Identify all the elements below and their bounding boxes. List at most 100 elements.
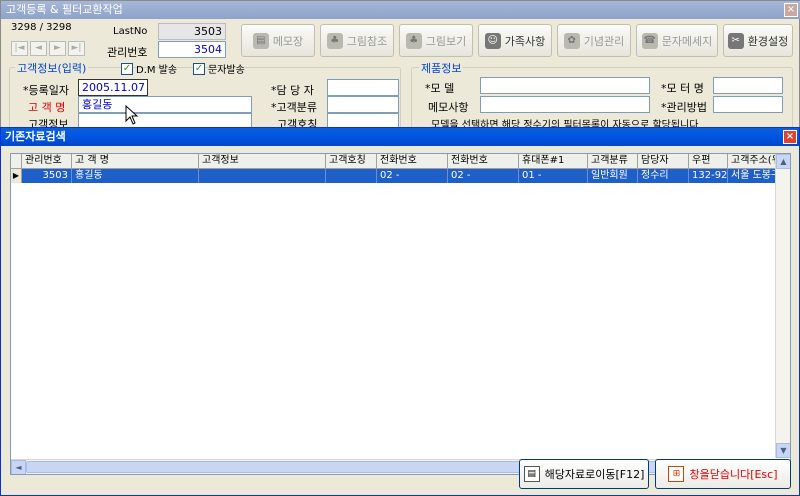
- scroll-up-icon[interactable]: ▲: [776, 154, 790, 169]
- nav-last-button[interactable]: ►|: [68, 41, 85, 56]
- staff-field[interactable]: [327, 79, 399, 96]
- customer-class-field[interactable]: [327, 96, 399, 113]
- nav-first-button[interactable]: |◄: [11, 41, 28, 56]
- mgmt-method-label: *관리방법: [661, 101, 707, 114]
- lastno-field: 3503: [158, 23, 226, 40]
- model-label: *모 델: [425, 82, 455, 95]
- column-header[interactable]: 전화번호: [448, 154, 519, 169]
- row-indicator-icon: ▶: [11, 169, 22, 183]
- staff-label: *담 당 자: [271, 84, 314, 97]
- window-grid-icon: ⊞: [668, 466, 685, 482]
- column-header[interactable]: 고객주소(위: [728, 154, 777, 169]
- check-icon: ✓: [121, 62, 133, 75]
- table-row[interactable]: 3503 홍길동 02 - 02 - 01 - 일반회원 정수리 132-920…: [11, 169, 790, 183]
- mouse-cursor-icon: [125, 105, 139, 125]
- tools-icon: ✂: [727, 32, 744, 49]
- search-results-grid[interactable]: 관리번호 고 객 명 고객정보 고객호칭 전화번호 전화번호 휴대폰#1 고객분…: [10, 153, 791, 475]
- memo-label: 메모사항: [428, 101, 469, 114]
- column-header[interactable]: 관리번호: [22, 154, 72, 169]
- picture-view-button-label: 그림보기: [425, 34, 467, 48]
- column-header[interactable]: 전화번호: [377, 154, 448, 169]
- mgmt-number-label: 관리번호: [107, 46, 148, 59]
- check-icon: ✓: [193, 62, 205, 75]
- column-header[interactable]: 고객정보: [199, 154, 326, 169]
- family-button[interactable]: ☺ 가족사항: [478, 24, 552, 57]
- motor-field[interactable]: [713, 77, 783, 94]
- record-counter: 3298 / 3298: [11, 22, 72, 33]
- family-button-label: 가족사항: [504, 34, 546, 48]
- anniversary-button[interactable]: ✿ 기념관리: [557, 24, 631, 57]
- nav-prev-button[interactable]: ◄: [30, 41, 47, 56]
- memo-button[interactable]: ▤ 메모장: [241, 24, 315, 57]
- model-field[interactable]: [480, 77, 650, 94]
- vertical-scrollbar[interactable]: ▲ ▼: [775, 154, 790, 458]
- sms-button-label: 문자메세지: [661, 34, 713, 48]
- cell-staff: 정수리: [638, 169, 689, 183]
- settings-button-label: 환경설정: [747, 34, 789, 48]
- move-to-record-button-label: 해당자료로이동[F12]: [544, 468, 645, 481]
- sms-button[interactable]: ☎ 문자메세지: [636, 24, 718, 57]
- cell-mgmt-number: 3503: [22, 169, 72, 183]
- nav-next-button[interactable]: ►: [49, 41, 66, 56]
- column-header[interactable]: 고 객 명: [72, 154, 199, 169]
- dialog-titlebar: 기존자료검색 ×: [1, 128, 799, 146]
- close-dialog-button[interactable]: ⊞ 창을닫습니다[Esc]: [655, 459, 791, 489]
- dialog-title: 기존자료검색: [5, 130, 66, 143]
- scroll-left-icon[interactable]: ◄: [11, 460, 26, 474]
- column-header[interactable]: 휴대폰#1: [519, 154, 588, 169]
- memo-button-label: 메모장: [272, 34, 304, 48]
- tree-icon: ♣: [326, 32, 343, 49]
- column-header[interactable]: 우편: [689, 154, 728, 169]
- memo-field[interactable]: [480, 96, 650, 113]
- horizontal-scroll-thumb[interactable]: [26, 461, 761, 473]
- dm-checkbox[interactable]: ✓ D.M 발송: [121, 61, 177, 76]
- customer-name-field[interactable]: 홍길동: [78, 96, 252, 113]
- mgmt-method-field[interactable]: [713, 96, 783, 113]
- product-info-group-title: 제품정보: [419, 60, 464, 76]
- window-close-button[interactable]: ×: [784, 3, 798, 17]
- customer-info-group-title: 고객정보(입력): [15, 60, 89, 76]
- sms-checkbox[interactable]: ✓ 문자발송: [193, 61, 245, 76]
- tree-icon: ♣: [405, 32, 422, 49]
- reg-date-field[interactable]: 2005.11.07: [78, 79, 148, 96]
- picture-view-button[interactable]: ♣ 그림보기: [399, 24, 473, 57]
- close-dialog-button-label: 창을닫습니다[Esc]: [689, 468, 778, 481]
- window-title: 고객등록 & 필터교환작업: [6, 3, 123, 16]
- picture-ref-button-label: 그림참조: [346, 34, 388, 48]
- picture-ref-button[interactable]: ♣ 그림참조: [320, 24, 394, 57]
- move-to-record-button[interactable]: ▤ 해당자료로이동[F12]: [519, 459, 649, 489]
- column-header[interactable]: 고객호칭: [326, 154, 377, 169]
- record-navigation: |◄ ◄ ► ►|: [11, 41, 85, 56]
- window-titlebar: 고객등록 & 필터교환작업 ×: [1, 1, 800, 19]
- customer-class-label: *고객분류: [271, 101, 317, 114]
- cell-phone-2: 02 -: [448, 169, 519, 183]
- phone-icon: ☎: [641, 32, 658, 49]
- anniversary-button-label: 기념관리: [583, 34, 625, 48]
- grid-header: 관리번호 고 객 명 고객정보 고객호칭 전화번호 전화번호 휴대폰#1 고객분…: [11, 154, 790, 169]
- customer-name-label: 고 객 명: [28, 101, 66, 114]
- dialog-close-button[interactable]: ×: [783, 130, 797, 144]
- column-header[interactable]: 고객분류: [588, 154, 638, 169]
- cell-customer-class: 일반회원: [588, 169, 638, 183]
- column-header[interactable]: 담당자: [638, 154, 689, 169]
- cell-mobile: 01 -: [519, 169, 588, 183]
- scroll-down-icon[interactable]: ▼: [776, 443, 790, 458]
- mgmt-number-field[interactable]: 3504: [158, 41, 226, 58]
- document-icon: ▤: [523, 466, 540, 482]
- lastno-label: LastNo: [113, 26, 148, 37]
- cell-customer-name: 홍길동: [72, 169, 199, 183]
- header-indicator-cell: [11, 154, 22, 169]
- cell-address: 서울 도봉구: [728, 169, 777, 183]
- cell-phone-1: 02 -: [377, 169, 448, 183]
- gift-icon: ✿: [563, 32, 580, 49]
- cell-customer-title: [326, 169, 377, 183]
- sms-checkbox-label: 문자발송: [208, 65, 245, 76]
- people-icon: ☺: [484, 32, 501, 49]
- notepad-icon: ▤: [252, 32, 269, 49]
- cell-customer-info: [199, 169, 326, 183]
- cell-postcode: 132-920: [689, 169, 728, 183]
- settings-button[interactable]: ✂ 환경설정: [723, 24, 793, 57]
- existing-data-search-dialog: 기존자료검색 × 관리번호 고 객 명 고객정보 고객호칭 전화번호 전화번호 …: [0, 127, 800, 496]
- dm-checkbox-label: D.M 발송: [136, 65, 178, 76]
- motor-label: *모 터 명: [661, 82, 704, 95]
